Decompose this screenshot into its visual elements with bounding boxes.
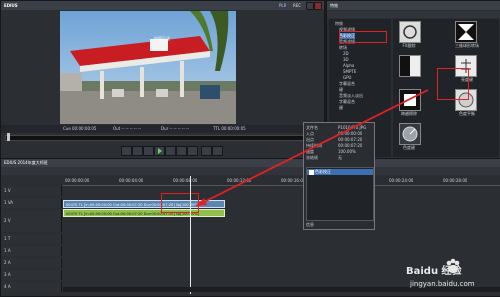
watermark: Baidu 经验 jingyan.baidu.com: [400, 258, 498, 293]
watermark-url: jingyan.baidu.com: [410, 280, 475, 288]
annotation-arrow: [195, 89, 429, 207]
baidu-logo: Baidu 经验: [406, 266, 462, 277]
